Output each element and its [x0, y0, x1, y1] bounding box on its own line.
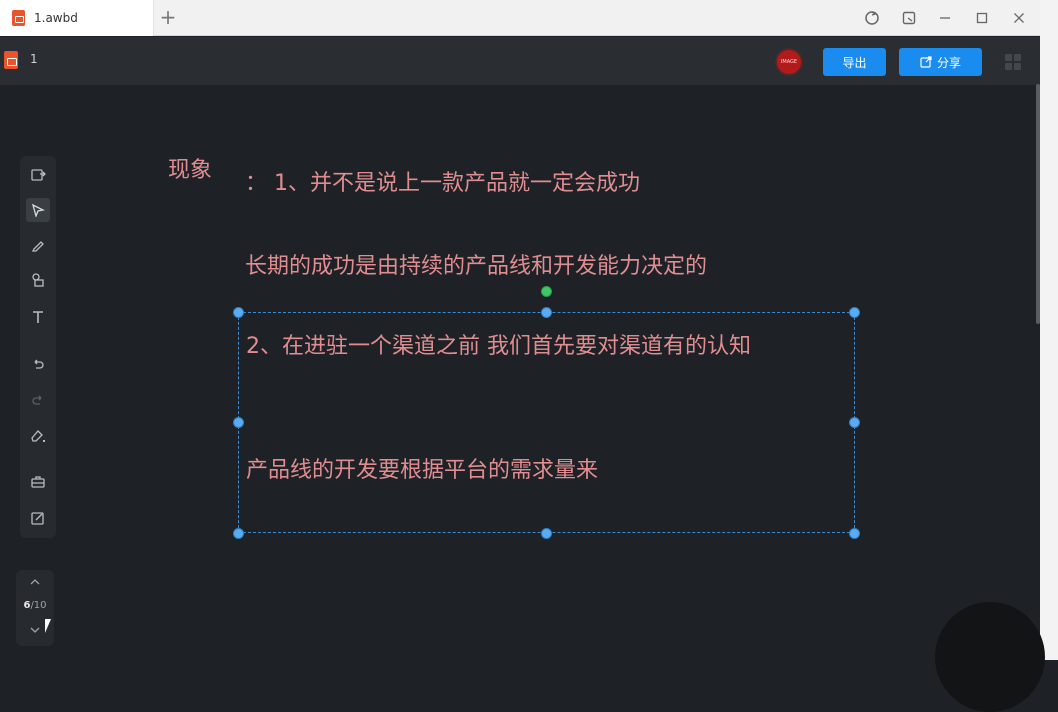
- resize-handle-bottom-right[interactable]: [849, 528, 860, 539]
- export-button[interactable]: 导出: [823, 48, 886, 76]
- avatar[interactable]: IMAGE: [775, 48, 803, 76]
- select-icon[interactable]: [26, 198, 50, 222]
- eraser-icon[interactable]: [26, 424, 50, 448]
- document-file-icon: [12, 10, 25, 26]
- slide-line-1[interactable]: ： 1、并不是说上一款产品就一定会成功: [245, 165, 640, 197]
- resize-handle-right[interactable]: [849, 417, 860, 428]
- grid-menu-icon[interactable]: [1005, 54, 1021, 70]
- export-label: 导出: [842, 55, 867, 70]
- share-label: 分享: [936, 55, 961, 70]
- next-page-icon[interactable]: [28, 624, 42, 638]
- resize-handle-bottom[interactable]: [541, 528, 552, 539]
- floating-camera-bubble[interactable]: [935, 602, 1045, 712]
- close-icon[interactable]: [1008, 7, 1030, 29]
- previous-page-icon[interactable]: [28, 576, 42, 590]
- vertical-scrollbar[interactable]: [1036, 84, 1040, 324]
- undo-icon[interactable]: [26, 352, 50, 376]
- app-header: 1 IMAGE 导出 分享: [0, 37, 1040, 85]
- redo-icon[interactable]: [26, 388, 50, 412]
- rotate-handle[interactable]: [541, 286, 552, 297]
- resize-handle-top-left[interactable]: [233, 307, 244, 318]
- drawing-toolbar: [20, 156, 56, 538]
- tab-title: 1.awbd: [34, 11, 78, 25]
- share-icon: [920, 56, 932, 68]
- resize-handle-top[interactable]: [541, 307, 552, 318]
- document-name: 1: [30, 52, 38, 66]
- total-pages: /10: [30, 600, 47, 611]
- minimize-icon[interactable]: [934, 7, 956, 29]
- pin-window-icon[interactable]: [898, 7, 920, 29]
- share-button[interactable]: 分享: [899, 48, 982, 76]
- slide-label[interactable]: 现象: [168, 152, 212, 184]
- resize-handle-top-right[interactable]: [849, 307, 860, 318]
- slide-line-3[interactable]: 2、在进驻一个渠道之前 我们首先要对渠道有的认知: [246, 328, 751, 360]
- toolbox-icon[interactable]: [26, 470, 50, 494]
- maximize-icon[interactable]: [971, 7, 993, 29]
- mouse-cursor-icon: [45, 619, 51, 633]
- page-indicator: 6/10: [16, 600, 54, 611]
- slide-line-4[interactable]: 产品线的开发要根据平台的需求量来: [246, 452, 598, 484]
- tab-document[interactable]: 1.awbd: [0, 0, 154, 36]
- pen-icon[interactable]: [26, 233, 50, 257]
- slide-line-2[interactable]: 长期的成功是由持续的产品线和开发能力决定的: [245, 248, 707, 280]
- sync-icon[interactable]: [861, 7, 883, 29]
- new-tab-button[interactable]: +: [158, 5, 178, 29]
- resize-handle-bottom-left[interactable]: [233, 528, 244, 539]
- resize-handle-left[interactable]: [233, 417, 244, 428]
- edit-icon[interactable]: [26, 506, 50, 530]
- shapes-icon[interactable]: [26, 268, 50, 292]
- text-icon[interactable]: [26, 305, 50, 329]
- tab-bar: 1.awbd +: [0, 0, 1040, 36]
- window-right-edge: [1040, 0, 1058, 660]
- app-logo-icon: [4, 51, 18, 69]
- insert-icon[interactable]: [26, 163, 50, 187]
- page-navigator: 6/10: [16, 570, 54, 646]
